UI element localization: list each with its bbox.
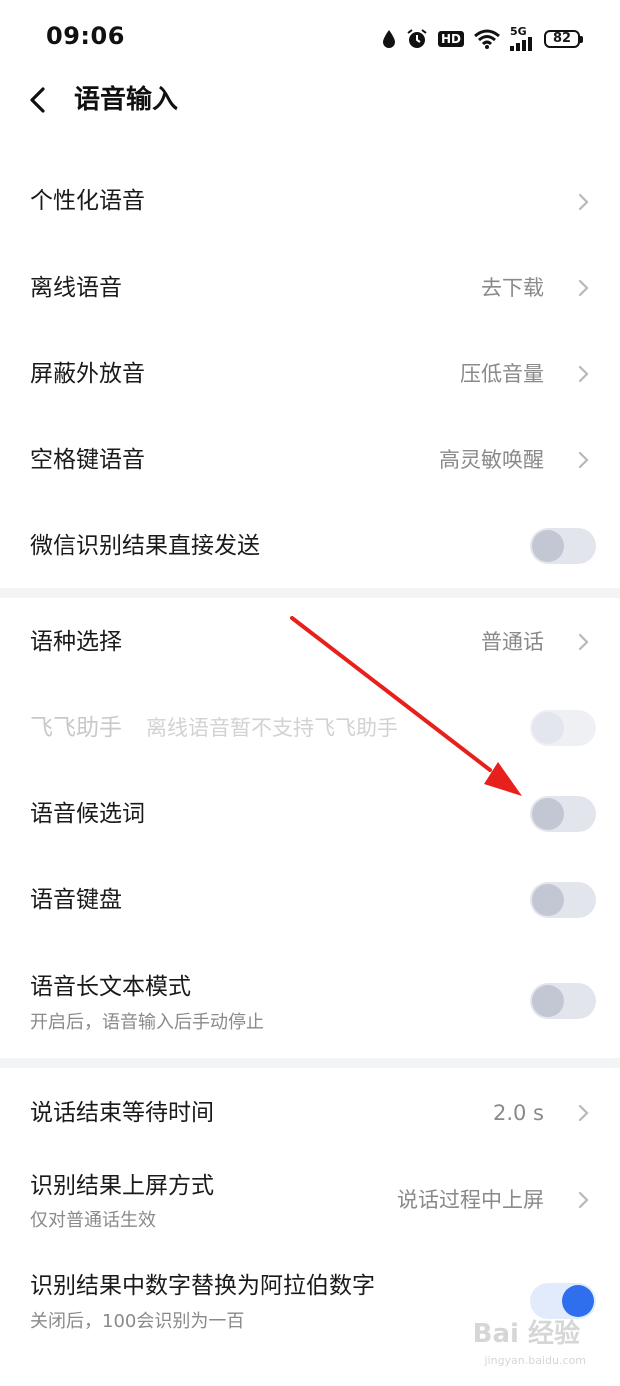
row-label: 个性化语音 xyxy=(30,188,145,214)
chevron-right-icon xyxy=(578,365,589,383)
row-label: 空格键语音 xyxy=(30,447,145,473)
toggle-knob xyxy=(562,1285,594,1317)
chevron-right-icon xyxy=(578,1104,589,1122)
feifei-assistant-toggle xyxy=(530,710,596,746)
row-voice-keyboard: 语音键盘 xyxy=(0,864,620,936)
row-value: 普通话 xyxy=(481,630,544,654)
row-long-text-mode: 语音长文本模式 开启后，语音输入后手动停止 xyxy=(0,956,620,1048)
title-bar: 语音输入 xyxy=(0,76,620,126)
row-value: 2.0 s xyxy=(492,1101,544,1125)
battery-level: 82 xyxy=(552,31,572,46)
status-bar: 09:06 HD 5G 82 xyxy=(0,0,620,76)
chevron-right-icon xyxy=(578,451,589,469)
row-result-display-mode[interactable]: 识别结果上屏方式 仅对普通话生效 说话过程中上屏 xyxy=(0,1160,620,1252)
row-space-key-voice[interactable]: 空格键语音 高灵敏唤醒 xyxy=(0,424,620,496)
toggle-knob xyxy=(532,985,564,1017)
voice-keyboard-toggle[interactable] xyxy=(530,882,596,918)
signal-label: 5G xyxy=(510,25,527,38)
chevron-right-icon xyxy=(578,633,589,651)
wechat-direct-send-toggle[interactable] xyxy=(530,528,596,564)
watermark-url: jingyan.baidu.com xyxy=(484,1354,586,1367)
long-text-mode-toggle[interactable] xyxy=(530,983,596,1019)
row-value: 去下载 xyxy=(481,276,544,300)
status-icons: HD 5G 82 xyxy=(382,26,583,51)
toggle-knob xyxy=(532,884,564,916)
chevron-right-icon xyxy=(578,193,589,211)
row-label: 屏蔽外放音 xyxy=(30,361,145,387)
row-block-external-sound[interactable]: 屏蔽外放音 压低音量 xyxy=(0,338,620,410)
back-button[interactable] xyxy=(26,82,50,118)
section-divider xyxy=(0,1058,620,1068)
row-label: 语音候选词 xyxy=(30,801,145,827)
row-subtitle: 关闭后，100会识别为一百 xyxy=(30,1311,245,1332)
status-time: 09:06 xyxy=(46,22,125,50)
row-label: 识别结果上屏方式 xyxy=(30,1173,214,1199)
row-language-select[interactable]: 语种选择 普通话 xyxy=(0,606,620,678)
toggle-knob xyxy=(532,712,564,744)
row-label: 说话结束等待时间 xyxy=(30,1100,214,1126)
row-label: 语音长文本模式 xyxy=(30,974,191,1000)
row-value: 高灵敏唤醒 xyxy=(439,448,544,472)
chevron-right-icon xyxy=(578,1191,589,1209)
drop-icon xyxy=(382,29,396,49)
arabic-numerals-toggle[interactable] xyxy=(530,1283,596,1319)
chevron-left-icon xyxy=(30,87,45,113)
row-label: 离线语音 xyxy=(30,275,122,301)
row-note: 离线语音暂不支持飞飞助手 xyxy=(146,716,398,740)
hd-icon: HD xyxy=(437,30,464,47)
row-feifei-assistant: 飞飞助手 离线语音暂不支持飞飞助手 xyxy=(0,692,620,764)
row-label: 识别结果中数字替换为阿拉伯数字 xyxy=(30,1273,375,1299)
alarm-icon xyxy=(406,28,428,50)
section-divider xyxy=(0,588,620,598)
battery-icon: 82 xyxy=(544,29,583,48)
row-label: 语种选择 xyxy=(30,629,122,655)
row-wechat-direct-send: 微信识别结果直接发送 xyxy=(0,510,620,582)
toggle-knob xyxy=(532,530,564,562)
chevron-right-icon xyxy=(578,279,589,297)
row-value: 压低音量 xyxy=(460,362,544,386)
row-label: 飞飞助手 xyxy=(30,715,122,741)
signal-icon: 5G xyxy=(510,26,534,51)
row-subtitle: 开启后，语音输入后手动停止 xyxy=(30,1012,264,1033)
row-label: 微信识别结果直接发送 xyxy=(30,533,260,559)
row-label: 语音键盘 xyxy=(30,887,122,913)
row-offline-voice[interactable]: 离线语音 去下载 xyxy=(0,252,620,324)
row-value: 说话过程中上屏 xyxy=(397,1188,544,1212)
watermark-logo: Bai 经验 xyxy=(472,1319,580,1349)
row-personalized-voice[interactable]: 个性化语音 xyxy=(0,166,620,238)
page-title: 语音输入 xyxy=(74,85,179,115)
row-subtitle: 仅对普通话生效 xyxy=(30,1210,156,1231)
row-end-wait-time[interactable]: 说话结束等待时间 2.0 s xyxy=(0,1078,620,1150)
wifi-icon xyxy=(474,29,500,49)
toggle-knob xyxy=(532,798,564,830)
voice-candidates-toggle[interactable] xyxy=(530,796,596,832)
row-voice-candidates: 语音候选词 xyxy=(0,778,620,850)
